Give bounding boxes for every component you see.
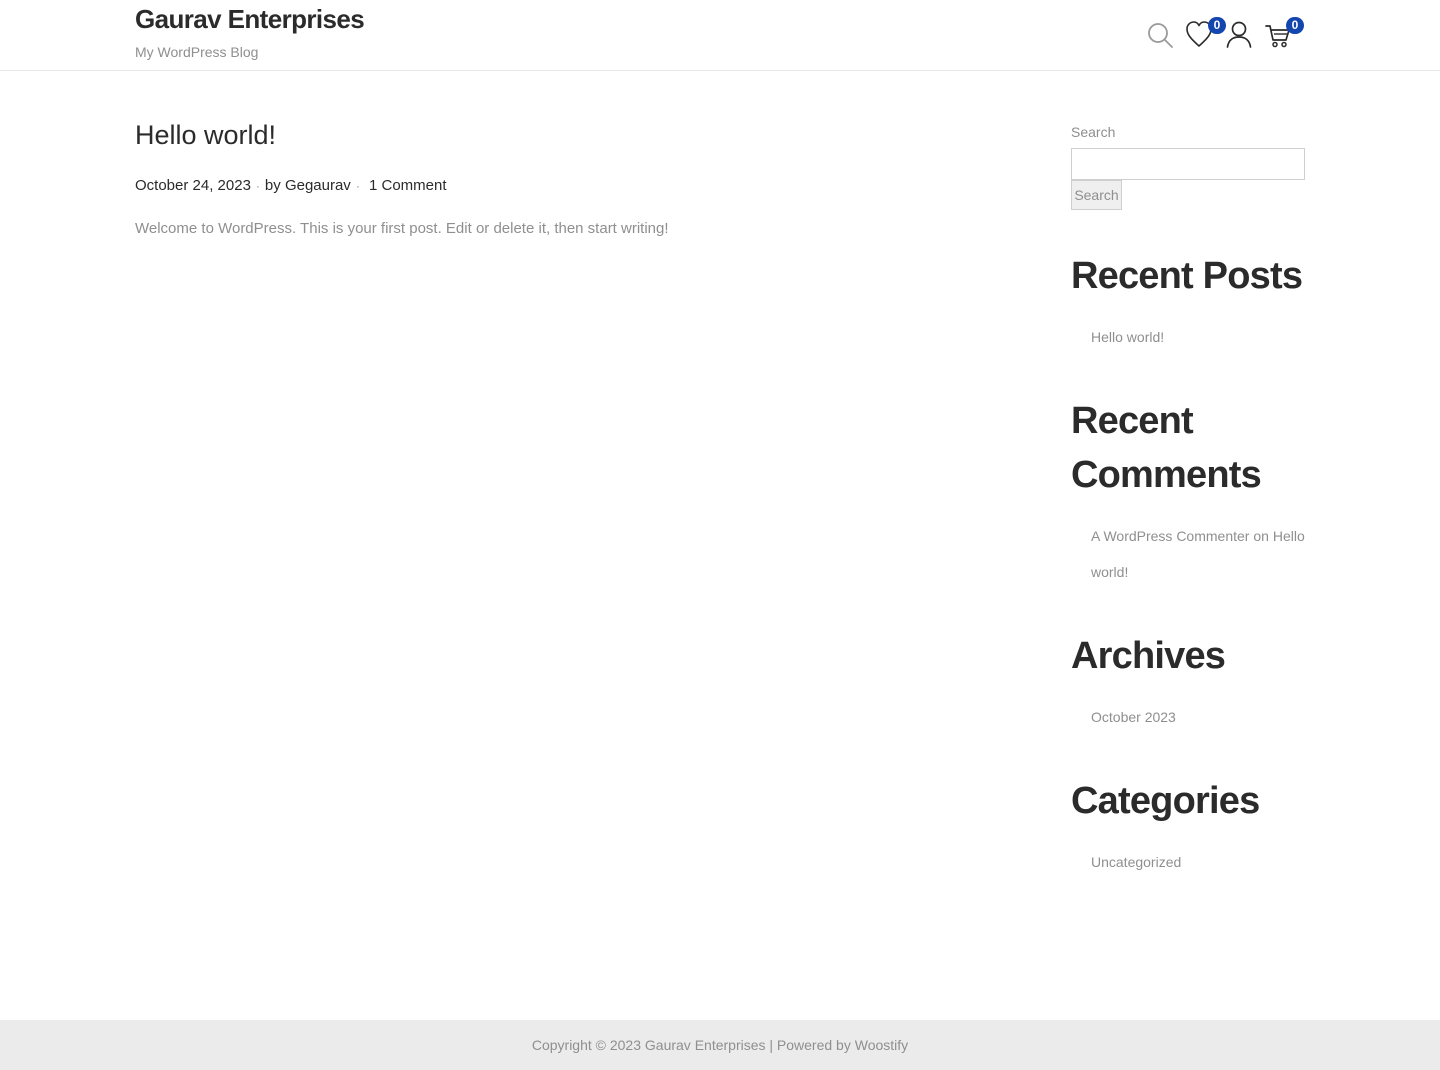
post-meta: October 24, 2023 · by Gegaurav · 1 Comment xyxy=(135,177,447,194)
site-footer: Copyright © 2023 Gaurav Enterprises | Po… xyxy=(0,1020,1440,1070)
user-icon[interactable] xyxy=(1226,18,1256,50)
search-label: Search xyxy=(1071,124,1116,140)
author-prefix: by xyxy=(264,177,281,194)
recent-comment-item: A WordPress Commenter on Hello world! xyxy=(1091,518,1305,590)
post-date-link[interactable]: October 24, 2023 xyxy=(135,177,251,194)
header-icons: 0 0 xyxy=(1146,17,1306,54)
site-tagline: My WordPress Blog xyxy=(135,44,259,60)
recent-comments-heading: Recent Comments xyxy=(1071,400,1262,496)
search-button[interactable]: Search xyxy=(1071,180,1122,210)
post-comments-link[interactable]: 1 Comment xyxy=(369,177,447,194)
wishlist-count-badge: 0 xyxy=(1208,17,1226,34)
post-author-link[interactable]: Gegaurav xyxy=(285,177,351,194)
post-title: Hello world! xyxy=(135,120,276,151)
search-icon[interactable] xyxy=(1146,18,1176,50)
meta-separator: · xyxy=(355,179,360,193)
cart-button[interactable]: 0 xyxy=(1264,17,1304,50)
cart-count-badge: 0 xyxy=(1286,17,1304,34)
recent-posts-heading: Recent Posts xyxy=(1071,255,1303,297)
comment-author-link[interactable]: A WordPress Commenter xyxy=(1091,528,1249,544)
footer-copyright: Copyright © 2023 Gaurav Enterprises | Po… xyxy=(531,1037,909,1053)
site-title[interactable]: Gaurav Enterprises xyxy=(135,4,365,35)
post-title-link[interactable]: Hello world! xyxy=(135,120,276,150)
meta-separator: · xyxy=(255,179,260,193)
site-header: Gaurav Enterprises My WordPress Blog 0 0 xyxy=(0,0,1440,71)
recent-post-link[interactable]: Hello world! xyxy=(1091,319,1305,355)
archive-link[interactable]: October 2023 xyxy=(1091,699,1305,735)
category-link[interactable]: Uncategorized xyxy=(1091,844,1305,880)
post-excerpt: Welcome to WordPress. This is your first… xyxy=(135,220,669,237)
archives-heading: Archives xyxy=(1071,635,1226,677)
search-input[interactable] xyxy=(1071,148,1305,180)
wishlist-button[interactable]: 0 xyxy=(1186,17,1226,50)
categories-heading: Categories xyxy=(1071,780,1260,822)
comment-connector: on xyxy=(1253,528,1269,544)
